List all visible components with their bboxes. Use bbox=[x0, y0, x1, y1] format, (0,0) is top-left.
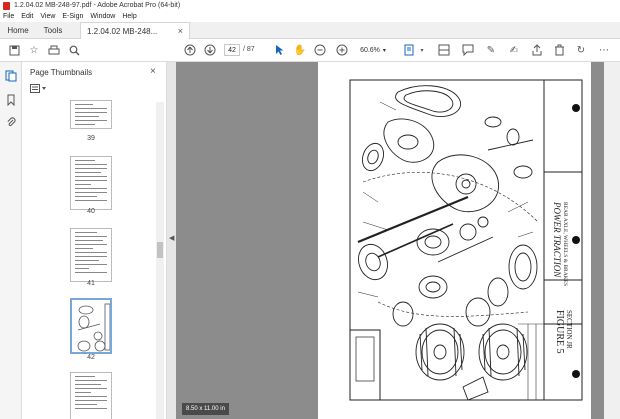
next-page-icon[interactable] bbox=[204, 44, 216, 56]
tab-tools[interactable]: Tools bbox=[36, 22, 70, 39]
window-title: 1.2.04.02 MB-248-97.pdf - Adobe Acrobat … bbox=[14, 2, 181, 9]
toolbar: ☆ 42 / 87 ✋ 60.6% ▾ ▾ ✎ ✍ ↻ ⋯ bbox=[0, 39, 620, 62]
title-bar: 1.2.04.02 MB-248-97.pdf - Adobe Acrobat … bbox=[0, 0, 620, 11]
menu-view[interactable]: View bbox=[40, 13, 55, 20]
share-icon[interactable] bbox=[531, 44, 543, 56]
thumbnail-label: 39 bbox=[87, 135, 95, 142]
page-thumbnails-panel: Page Thumbnails × 39 40 41 42 bbox=[22, 62, 167, 419]
zoom-level-value: 60.6% bbox=[360, 46, 380, 54]
menu-window[interactable]: Window bbox=[90, 13, 115, 20]
menu-help[interactable]: Help bbox=[122, 13, 136, 20]
menu-bar: File Edit View E-Sign Window Help bbox=[0, 11, 620, 22]
document-scrollbar[interactable] bbox=[604, 62, 620, 419]
scroll-mode-icon[interactable] bbox=[438, 44, 450, 56]
page-size-indicator: 8.50 x 11.00 in bbox=[182, 403, 229, 415]
thumbnail-page-39[interactable] bbox=[70, 100, 112, 129]
parts-drawing: FIGURE 5 SECTION JR POWER TRACTION REAR … bbox=[349, 79, 583, 401]
tab-home[interactable]: Home bbox=[0, 22, 36, 39]
zoom-out-icon[interactable] bbox=[314, 44, 326, 56]
bookmark-star-icon[interactable]: ☆ bbox=[28, 44, 40, 56]
thumbnail-page-43[interactable] bbox=[70, 372, 112, 419]
save-icon[interactable] bbox=[8, 44, 20, 56]
panel-splitter[interactable]: ◀ bbox=[167, 62, 176, 419]
page-total: / 87 bbox=[243, 46, 255, 53]
bookmarks-icon[interactable] bbox=[5, 94, 17, 106]
sign-icon[interactable]: ✍ bbox=[508, 44, 520, 56]
zoom-in-icon[interactable] bbox=[336, 44, 348, 56]
search-icon[interactable] bbox=[68, 44, 80, 56]
highlight-pen-icon[interactable]: ✎ bbox=[485, 44, 497, 56]
collapse-panel-icon[interactable]: ◀ bbox=[169, 234, 174, 242]
left-navigation-rail bbox=[0, 62, 22, 419]
comment-icon[interactable] bbox=[462, 44, 474, 56]
drawing-subcaption: REAR AXLE, WHEELS & BRAKES bbox=[562, 202, 568, 286]
document-view: FIGURE 5 SECTION JR POWER TRACTION REAR … bbox=[176, 62, 620, 419]
panel-title: Page Thumbnails bbox=[30, 68, 93, 77]
tab-document-label: 1.2.04.02 MB-248... bbox=[87, 26, 158, 36]
tab-bar: Home Tools 1.2.04.02 MB-248... × bbox=[0, 22, 620, 39]
attachments-icon[interactable] bbox=[5, 116, 17, 128]
thumbnail-page-41[interactable] bbox=[70, 228, 112, 282]
page-display-icon[interactable] bbox=[404, 44, 416, 56]
tab-document[interactable]: 1.2.04.02 MB-248... × bbox=[80, 22, 190, 39]
acrobat-app-icon bbox=[3, 1, 10, 10]
pdf-page: FIGURE 5 SECTION JR POWER TRACTION REAR … bbox=[318, 62, 591, 419]
figure-label: FIGURE 5 bbox=[554, 310, 565, 354]
more-options-icon[interactable]: ⋯ bbox=[598, 44, 610, 56]
menu-file[interactable]: File bbox=[3, 13, 14, 20]
thumbnail-page-42[interactable] bbox=[70, 298, 112, 354]
rotate-icon[interactable]: ↻ bbox=[575, 44, 587, 56]
hand-tool-icon[interactable]: ✋ bbox=[294, 44, 306, 56]
thumbnail-label: 42 bbox=[87, 354, 95, 361]
thumbnail-label: 40 bbox=[87, 208, 95, 215]
thumbnail-scrollbar-thumb[interactable] bbox=[157, 242, 163, 258]
print-icon[interactable] bbox=[48, 44, 60, 56]
zoom-level-select[interactable]: 60.6% ▾ bbox=[358, 44, 388, 56]
thumbnail-page-40[interactable] bbox=[70, 156, 112, 210]
delete-icon[interactable] bbox=[553, 44, 565, 56]
chevron-down-icon: ▾ bbox=[382, 47, 386, 54]
thumbnail-options-icon[interactable] bbox=[30, 84, 48, 94]
drawing-caption: POWER TRACTION bbox=[552, 201, 562, 278]
menu-edit[interactable]: Edit bbox=[21, 13, 33, 20]
menu-esign[interactable]: E-Sign bbox=[62, 13, 83, 20]
thumbnail-label: 41 bbox=[87, 280, 95, 287]
page-thumbnails-icon[interactable] bbox=[5, 70, 17, 82]
close-tab-icon[interactable]: × bbox=[178, 26, 183, 36]
page-display-chevron-icon[interactable]: ▾ bbox=[416, 44, 428, 56]
select-cursor-icon[interactable] bbox=[274, 44, 286, 56]
close-panel-icon[interactable]: × bbox=[150, 66, 156, 77]
previous-page-icon[interactable] bbox=[184, 44, 196, 56]
section-label: SECTION JR bbox=[565, 310, 573, 349]
thumbnail-scrollbar[interactable] bbox=[156, 102, 164, 419]
page-number-input[interactable]: 42 bbox=[224, 44, 240, 56]
